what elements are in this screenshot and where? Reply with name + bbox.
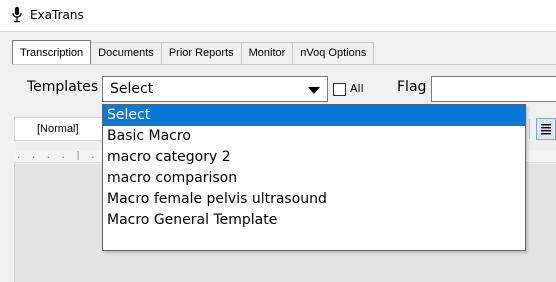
microphone-icon (12, 7, 22, 23)
all-checkbox[interactable] (333, 83, 346, 96)
dropdown-option-macro-female-pelvis-ultrasound[interactable]: Macro female pelvis ultrasound (103, 189, 525, 210)
app-title: ExaTrans (30, 8, 84, 22)
all-checkbox-label: All (350, 82, 364, 95)
tab-documents[interactable]: Documents (91, 42, 162, 64)
paragraph-style-value: [Normal] (37, 123, 79, 135)
tab-prior-reports[interactable]: Prior Reports (161, 42, 242, 64)
tab-bar: Transcription Documents Prior Reports Mo… (12, 40, 375, 64)
tab-nvoq-options[interactable]: nVoq Options (293, 42, 375, 64)
tab-transcription[interactable]: Transcription (12, 40, 92, 64)
templates-select-value: Select (110, 81, 154, 97)
dropdown-arrow-icon[interactable] (308, 87, 320, 94)
tab-monitor[interactable]: Monitor (241, 42, 294, 64)
align-justify-button[interactable] (536, 118, 556, 140)
paragraph-style-select[interactable]: [Normal] (14, 117, 104, 141)
title-bar: ExaTrans (0, 0, 556, 31)
templates-select[interactable]: Select (102, 76, 328, 102)
flag-label: Flag (397, 79, 427, 95)
dropdown-option-macro-category-2[interactable]: macro category 2 (103, 147, 525, 168)
dropdown-option-macro-general-template[interactable]: Macro General Template (103, 210, 525, 231)
dropdown-option-macro-comparison[interactable]: macro comparison (103, 168, 525, 189)
dropdown-option-select[interactable]: Select (103, 105, 525, 126)
tab-divider (12, 64, 556, 65)
toolbar-separator (529, 119, 530, 139)
templates-dropdown-list: Select Basic Macro macro category 2 macr… (102, 104, 526, 251)
align-justify-icon (541, 124, 551, 135)
flag-input[interactable] (431, 76, 556, 102)
templates-label: Templates (27, 79, 99, 95)
dropdown-option-basic-macro[interactable]: Basic Macro (103, 126, 525, 147)
